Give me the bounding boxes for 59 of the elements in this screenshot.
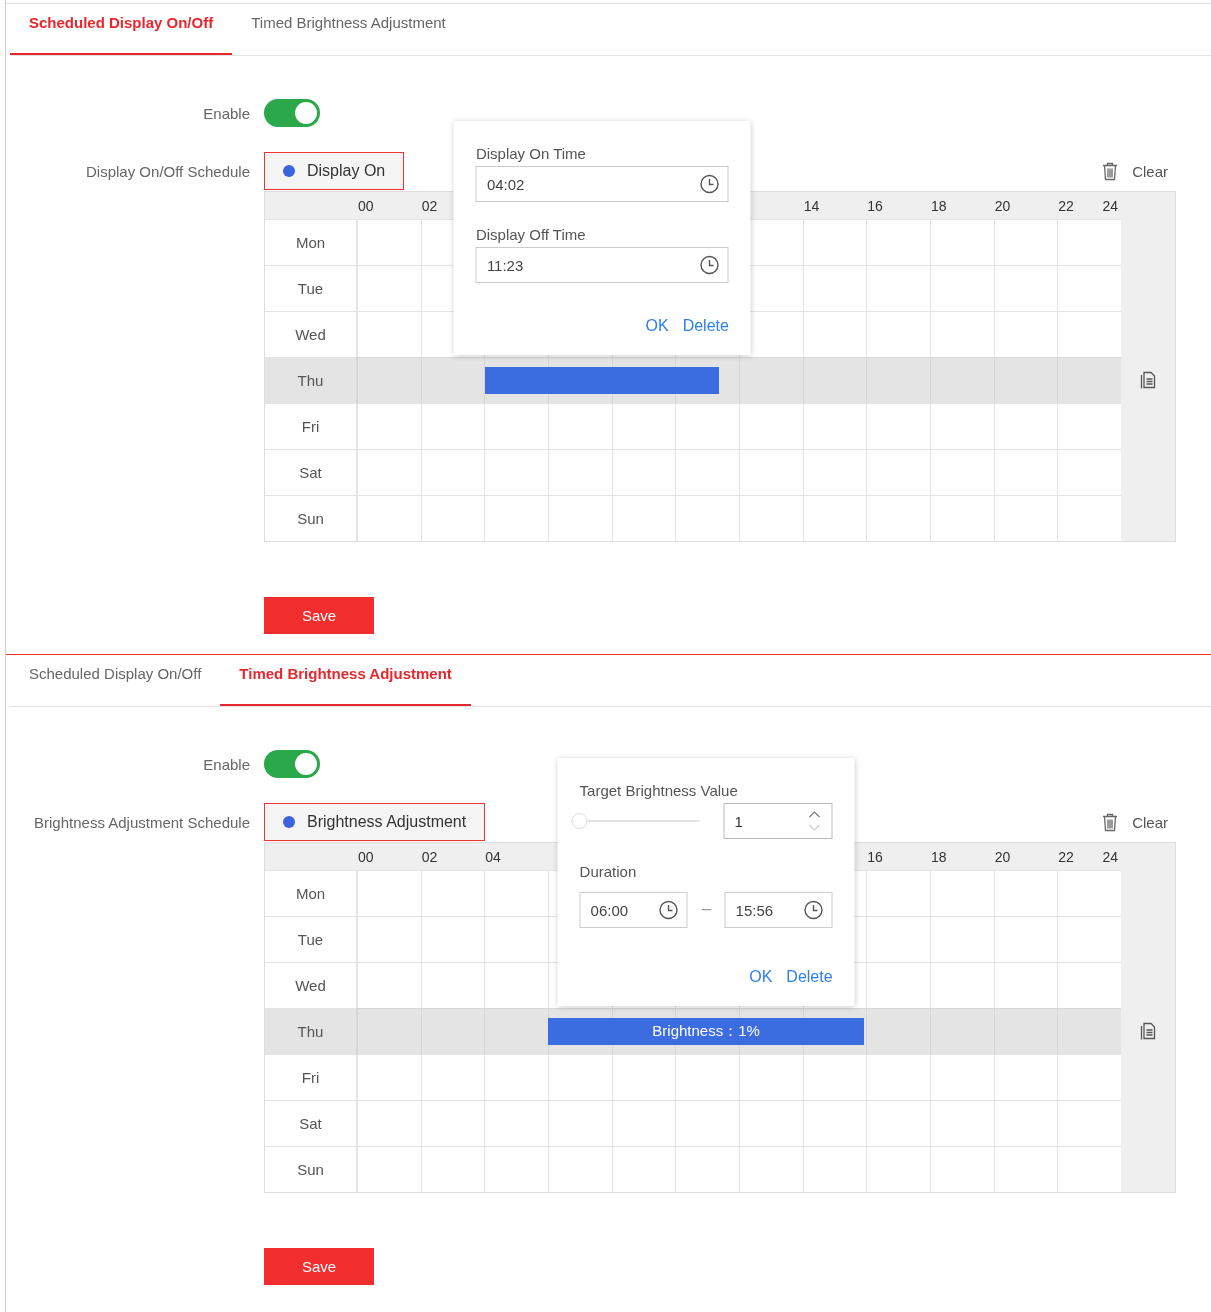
schedule-label: Display On/Off Schedule	[86, 162, 250, 180]
tab[interactable]: Scheduled Display On/Off	[10, 4, 233, 55]
schedule-label: Brightness Adjustment Schedule	[34, 813, 250, 831]
field-label: Display On Time	[475, 145, 587, 162]
hour-label: 00	[358, 849, 374, 865]
hour-label: 14	[803, 198, 820, 214]
hour-label: 24	[1102, 198, 1118, 214]
enable-label: Enable	[203, 755, 250, 773]
highlighted-row[interactable]: Brightness：1%	[357, 1008, 1121, 1054]
clear-button[interactable]: Clear	[1102, 161, 1168, 181]
day-label[interactable]: Fri	[265, 403, 357, 449]
popover-link[interactable]: OK	[749, 968, 773, 986]
legend-button[interactable]: Display On	[264, 152, 405, 190]
day-label[interactable]: Fri	[265, 1054, 357, 1100]
hour-label: 22	[1058, 849, 1074, 865]
hour-label: 04	[485, 849, 501, 865]
hour-label: 02	[421, 198, 438, 214]
hour-label: 18	[931, 198, 947, 214]
save-button[interactable]: Save	[264, 597, 374, 634]
schedule-segment[interactable]: Brightness：1%	[548, 1018, 865, 1045]
hour-label: 20	[994, 198, 1011, 214]
tab[interactable]: Timed Brightness Adjustment	[220, 655, 471, 706]
day-label[interactable]: Wed	[265, 962, 357, 1008]
day-label[interactable]: Sun	[265, 495, 357, 541]
tab[interactable]: Timed Brightness Adjustment	[232, 4, 465, 55]
popover-link[interactable]: Delete	[786, 968, 833, 986]
popover-link[interactable]: Delete	[682, 317, 729, 335]
day-label[interactable]: Tue	[265, 916, 357, 962]
field-label: Target Brightness Value	[579, 782, 739, 799]
hour-label: 20	[994, 849, 1011, 865]
hour-label: 18	[931, 849, 947, 865]
number-field[interactable]: 1	[723, 803, 833, 839]
day-label[interactable]: Sun	[265, 1146, 357, 1192]
day-label[interactable]: Sat	[265, 1100, 357, 1146]
time-field[interactable]: 11:23	[475, 247, 729, 283]
time-field[interactable]: 06:00	[579, 892, 688, 928]
day-label[interactable]: Wed	[265, 311, 357, 357]
save-button[interactable]: Save	[264, 1248, 374, 1285]
day-label[interactable]: Thu	[265, 1008, 357, 1054]
day-label[interactable]: Thu	[265, 357, 357, 403]
hour-label: 24	[1102, 849, 1118, 865]
field-label: Duration	[579, 863, 638, 880]
hour-label: 16	[867, 198, 883, 214]
hour-label: 22	[1058, 198, 1074, 214]
enable-label: Enable	[203, 104, 250, 122]
time-field[interactable]: 15:56	[724, 892, 833, 928]
time-field[interactable]: 04:02	[475, 166, 729, 202]
hour-label: 16	[867, 849, 883, 865]
field-label: Display Off Time	[475, 226, 587, 243]
legend-button[interactable]: Brightness Adjustment	[264, 803, 486, 841]
day-label[interactable]: Mon	[265, 870, 357, 916]
day-label[interactable]: Sat	[265, 449, 357, 495]
day-label[interactable]: Mon	[265, 219, 357, 265]
clear-button[interactable]: Clear	[1102, 812, 1168, 832]
hour-label: 00	[358, 198, 374, 214]
day-label[interactable]: Tue	[265, 265, 357, 311]
tab[interactable]: Scheduled Display On/Off	[10, 655, 221, 706]
hour-label: 02	[421, 849, 438, 865]
popover-link[interactable]: OK	[645, 317, 669, 335]
